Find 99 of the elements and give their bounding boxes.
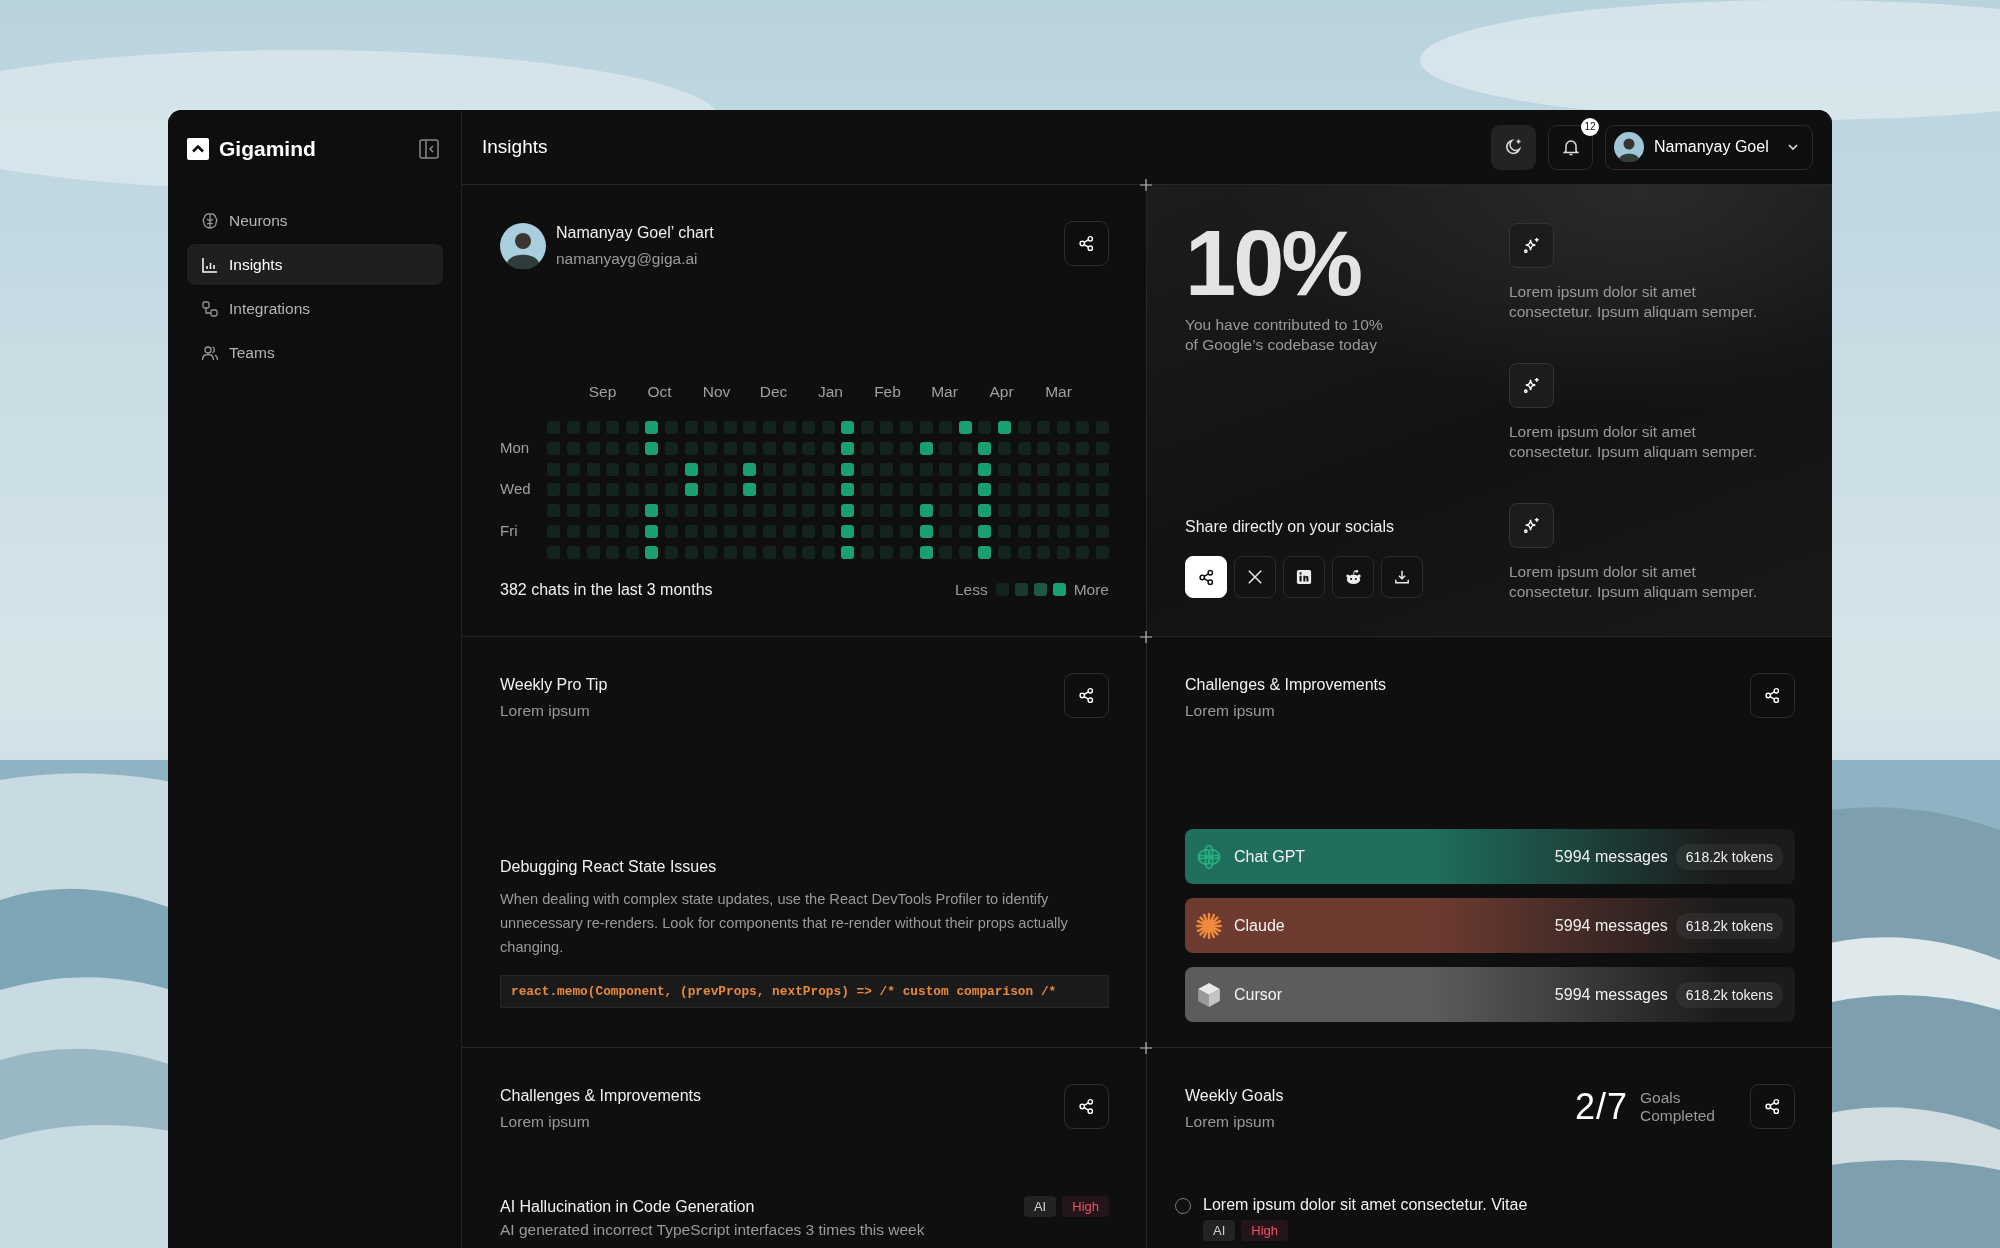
tag: High: [1241, 1220, 1289, 1241]
token-count: 618.2k tokens: [1675, 843, 1783, 870]
bell-icon: [1560, 137, 1581, 157]
app-name: Gigamind: [219, 137, 317, 161]
linkedin-icon: [1296, 569, 1312, 585]
message-count: 5994 messages: [1554, 985, 1668, 1004]
model-name: Claude: [1234, 916, 1286, 935]
sparkle-icon: [1522, 376, 1541, 395]
month-label: Mar: [930, 383, 959, 401]
share-button[interactable]: [1064, 221, 1109, 266]
avatar: [1614, 132, 1644, 162]
month-label: Oct: [646, 383, 673, 401]
month-label: Apr: [988, 383, 1015, 401]
card-subtitle: Lorem ipsum: [1185, 1112, 1276, 1132]
share-icon: [1764, 1098, 1781, 1115]
tip-heading: Debugging React State Issues: [500, 857, 718, 877]
token-count: 618.2k tokens: [1675, 912, 1783, 939]
share-icon: [1078, 235, 1095, 252]
challenge-description: AI generated incorrect TypeScript interfaces 3 times this week: [500, 1221, 926, 1239]
chart-owner-name: Namanyay Goel’ chart: [556, 223, 714, 243]
tip-body: When dealing with complex state updates, use the React DevTools Profiler to identify unnecessary re-renders. Look for components that re-render without their props actually changing.: [500, 890, 1069, 957]
token-count: 618.2k tokens: [1675, 981, 1783, 1008]
reddit-icon: [1344, 568, 1362, 586]
sidebar-item[interactable]: Teams: [187, 332, 443, 373]
users-icon: [201, 343, 219, 362]
message-count: 5994 messages: [1554, 847, 1668, 866]
plus-mark-icon: [1140, 631, 1152, 643]
card-subtitle: Lorem ipsum: [500, 701, 591, 721]
nodes-icon: [201, 299, 219, 318]
month-label: Dec: [758, 383, 789, 401]
owner-email: namanyayg@giga.ai: [556, 249, 699, 269]
bar-chart-icon: [201, 255, 219, 274]
weekday-label: Wed: [500, 479, 531, 500]
month-label: Nov: [701, 383, 732, 401]
share-icon: [1197, 568, 1215, 586]
sidebar-item[interactable]: Insights: [187, 244, 443, 285]
download-icon: [1394, 569, 1410, 585]
social-share-button[interactable]: [1332, 556, 1374, 598]
model-name: Cursor: [1234, 985, 1283, 1004]
goals-count: 2/7: [1574, 1085, 1628, 1128]
tag: AI: [1023, 1196, 1057, 1217]
highlight-text: Lorem ipsum dolor sit amet consectetur. Ipsum aliquam semper.: [1509, 562, 1759, 602]
card-subtitle: Lorem ipsum: [1185, 701, 1276, 721]
month-label: Jan: [817, 383, 844, 401]
sparkle-icon: [1522, 236, 1541, 255]
page-title: Insights: [482, 136, 548, 158]
share-icon: [1078, 687, 1095, 704]
plus-mark-icon: [1140, 179, 1152, 191]
goal-text: Lorem ipsum dolor sit amet consectetur. Vitae: [1203, 1196, 1528, 1214]
social-share-button[interactable]: [1381, 556, 1423, 598]
month-label: Sep: [587, 383, 618, 401]
user-menu-button[interactable]: Namanyay Goel: [1605, 124, 1813, 170]
logo-icon: [187, 138, 209, 160]
month-label: Mar: [1044, 383, 1073, 401]
share-icon: [1764, 687, 1781, 704]
social-share-button[interactable]: [1283, 556, 1325, 598]
share-button[interactable]: [1064, 673, 1109, 718]
tag: AI: [1203, 1220, 1236, 1241]
intensity-scale-icon: [995, 583, 1066, 597]
cube-icon: [1196, 981, 1222, 1008]
contribution-description: You have contributed to 10% of Google’s codebase today: [1185, 315, 1384, 355]
challenge-title: AI Hallucination in Code Generation: [500, 1197, 755, 1216]
avatar: [500, 223, 546, 269]
share-icon: [1078, 1098, 1095, 1115]
card-title: Challenges & Improvements: [1185, 675, 1386, 695]
sparkle-icon: [1522, 516, 1541, 535]
legend-label: More: [1073, 580, 1109, 599]
month-label: Feb: [873, 383, 902, 401]
legend-label: Less: [954, 580, 988, 599]
card-subtitle: Lorem ipsum: [500, 1112, 591, 1132]
starburst-icon: [1196, 912, 1222, 939]
tag: High: [1062, 1196, 1109, 1217]
plus-mark-icon: [1140, 1042, 1152, 1054]
share-button[interactable]: [1750, 1084, 1795, 1129]
x-logo-icon: [1247, 569, 1263, 585]
weekday-label: Fri: [500, 521, 518, 541]
theme-toggle-button[interactable]: [1491, 124, 1536, 170]
knot-icon: [1196, 843, 1222, 870]
card-title: Weekly Pro Tip: [500, 675, 608, 695]
card-title: Challenges & Improvements: [500, 1086, 701, 1106]
highlight-text: Lorem ipsum dolor sit amet consectetur. Ipsum aliquam semper.: [1509, 422, 1759, 462]
card-title: Weekly Goals: [1185, 1086, 1284, 1106]
moon-icon: [1503, 137, 1524, 157]
share-button[interactable]: [1064, 1084, 1109, 1129]
goals-label: Goals Completed: [1640, 1088, 1716, 1125]
highlight-text: Lorem ipsum dolor sit amet consectetur. Ipsum aliquam semper.: [1509, 282, 1759, 322]
weekday-label: Mon: [500, 437, 530, 458]
contribution-percent: 10%: [1185, 217, 1362, 309]
share-label: Share directly on your socials: [1185, 517, 1395, 537]
chat-count-summary: 382 chats in the last 3 months: [500, 580, 713, 599]
collapse-sidebar-icon[interactable]: [419, 139, 439, 159]
sidebar-item[interactable]: Neurons: [187, 200, 443, 241]
sidebar-item[interactable]: Integrations: [187, 288, 443, 329]
share-button[interactable]: [1750, 673, 1795, 718]
brain-icon: [201, 211, 219, 230]
model-name: Chat GPT: [1234, 847, 1307, 866]
notification-badge: 12: [1581, 117, 1599, 136]
message-count: 5994 messages: [1554, 916, 1668, 935]
code-snippet: react.memo(Component, (prevProps, nextProps) => /* custom comparison /*: [500, 975, 1109, 1008]
